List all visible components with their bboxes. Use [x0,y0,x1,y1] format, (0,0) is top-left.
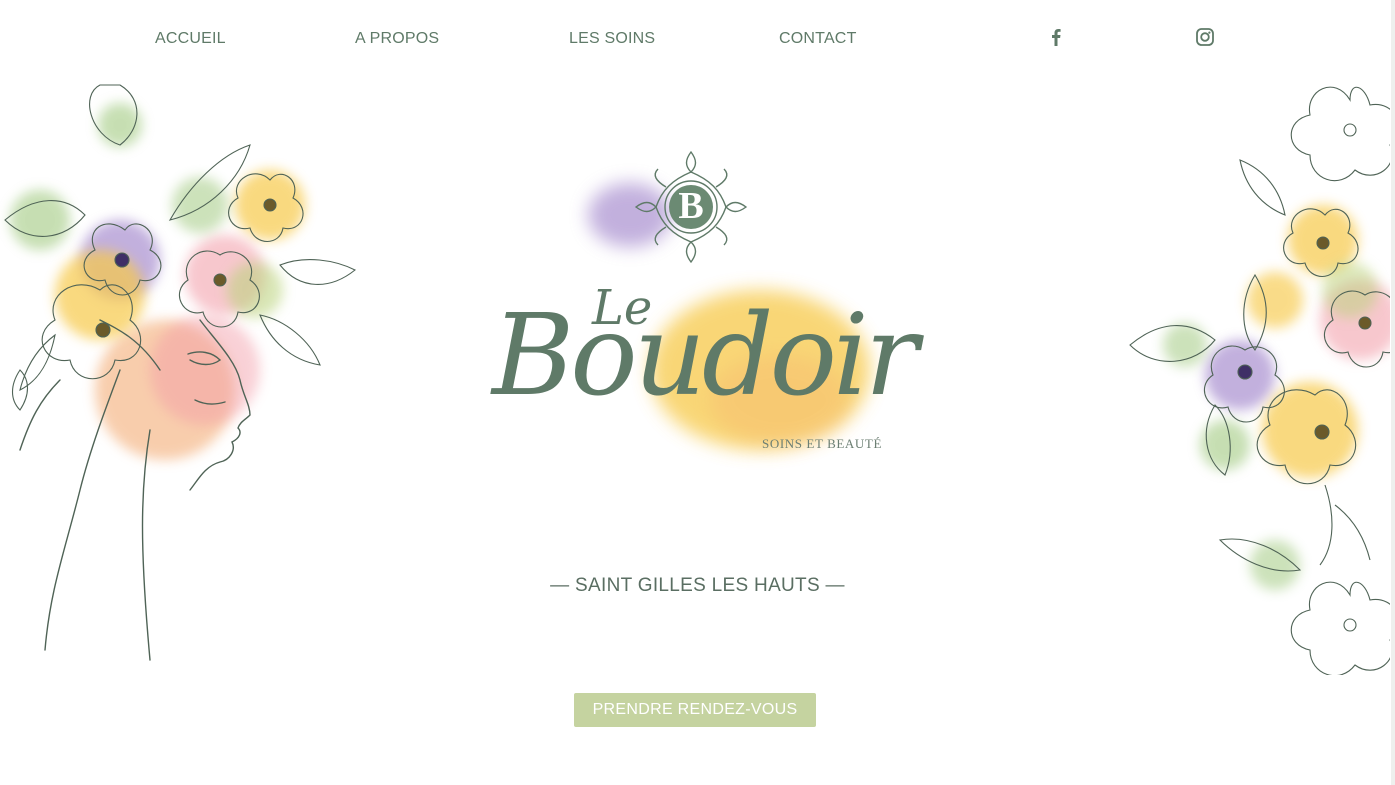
logo-monogram: B [678,185,704,227]
brand-logo: B Le Boudoir [470,140,920,480]
logo-tagline: SOINS ET BEAUTÉ [762,436,882,451]
facebook-icon[interactable] [1045,26,1067,48]
instagram-icon[interactable] [1194,26,1216,48]
nav-link-a-propos[interactable]: A PROPOS [355,30,439,48]
scrollbar-track[interactable] [1391,0,1395,785]
nav-link-accueil[interactable]: ACCUEIL [155,30,226,48]
nav-link-contact[interactable]: CONTACT [779,30,857,48]
location-text: — SAINT GILLES LES HAUTS — [550,575,845,596]
logo-word-boudoir: Boudoir [492,291,918,421]
book-appointment-button[interactable]: PRENDRE RENDEZ-VOUS [574,693,816,727]
nav-link-les-soins[interactable]: LES SOINS [569,30,655,48]
